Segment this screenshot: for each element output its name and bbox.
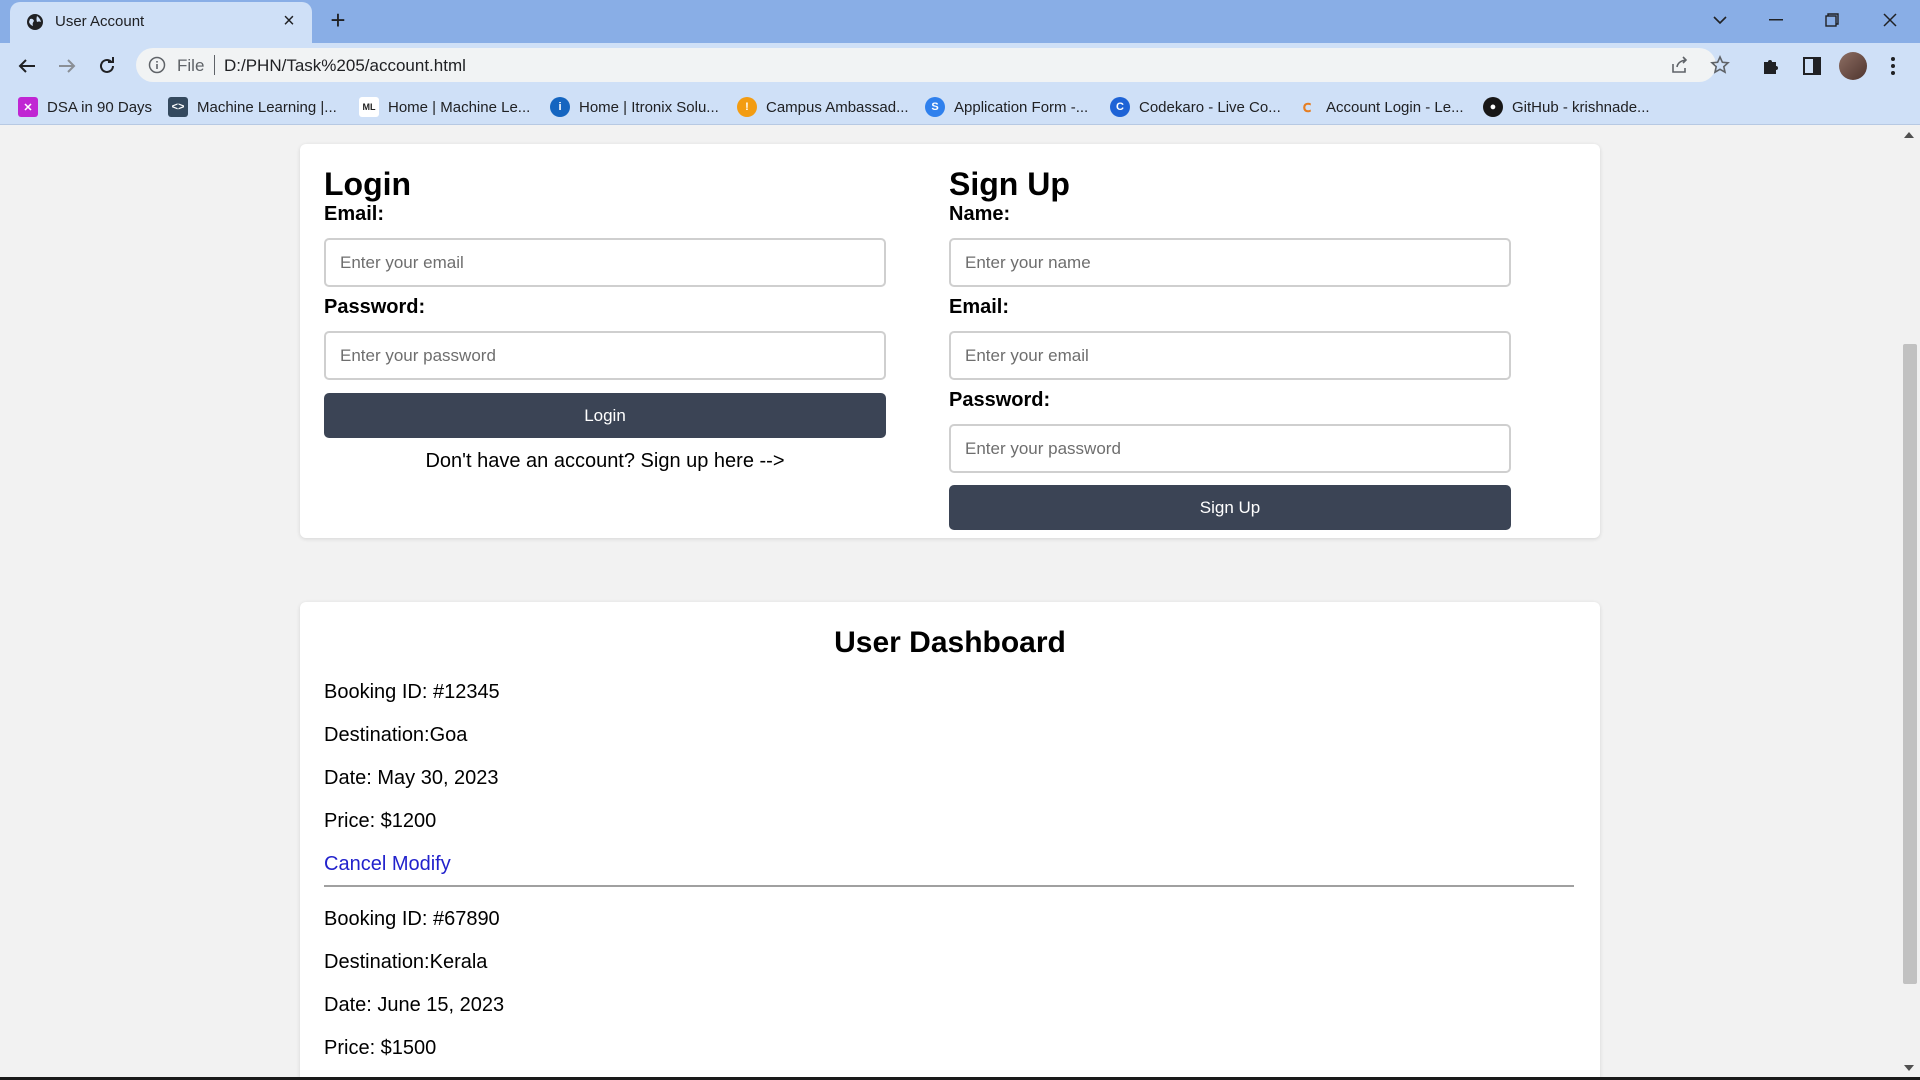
cancel-booking-link[interactable]: Cancel [324,853,386,875]
page-scrollbar[interactable] [1900,126,1920,1077]
s-logo-icon: S [925,97,945,117]
browser-tabstrip: User Account × + [0,0,1920,43]
extensions-puzzle-icon[interactable] [1758,53,1784,79]
bookmark-item[interactable]: i Home | Itronix Solu... [550,96,719,118]
address-url[interactable]: D:/PHN/Task%205/account.html [224,56,466,76]
page-viewport: Login Email: Password: Login Don't have … [0,126,1900,1077]
signup-password-input[interactable] [949,424,1511,473]
booking-item: Booking ID: #67890 Destination:Kerala Da… [324,907,1574,1077]
tab-title: User Account [55,13,145,30]
browser-tab[interactable]: User Account × [10,2,312,43]
user-dashboard-card: User Dashboard Booking ID: #12345 Destin… [300,602,1600,1077]
booking-id: Booking ID: #12345 [324,681,500,703]
bookmark-item[interactable]: ! Campus Ambassad... [737,96,909,118]
booking-date: Date: May 30, 2023 [324,767,499,789]
login-password-label: Password: [324,296,426,318]
signup-name-label: Name: [949,203,1011,225]
login-email-input[interactable] [324,238,886,287]
new-tab-plus-icon[interactable]: + [324,6,352,34]
login-title: Login [324,166,412,202]
bookmark-item[interactable]: S Application Form -... [925,96,1088,118]
scroll-down-arrow-icon[interactable] [1904,1065,1914,1071]
booking-price: Price: $1200 [324,810,437,832]
bookmark-star-icon[interactable] [1710,55,1730,75]
more-menu-icon[interactable] [1880,53,1906,79]
side-panel-icon[interactable] [1799,53,1825,79]
signup-password-label: Password: [949,389,1051,411]
account-forms-card: Login Email: Password: Login Don't have … [300,144,1600,538]
info-icon[interactable] [148,56,166,74]
booking-divider [324,885,1574,887]
signup-title: Sign Up [949,166,1070,202]
campus-logo-icon: ! [737,97,757,117]
ml-logo-icon: ML [359,97,379,117]
address-separator [214,55,215,75]
itronix-logo-icon: i [550,97,570,117]
forward-arrow-icon[interactable] [52,51,82,81]
login-section: Login Email: Password: Login Don't have … [324,166,886,473]
close-window-icon[interactable] [1862,0,1918,40]
globe-icon [27,14,43,30]
bookmark-item[interactable]: ⅽ Account Login - Le... [1297,96,1464,118]
signup-email-input[interactable] [949,331,1511,380]
bookmark-item[interactable]: <> Machine Learning |... [168,96,337,118]
back-arrow-icon[interactable] [12,51,42,81]
booking-id: Booking ID: #67890 [324,908,500,930]
c-logo-icon: C [1110,97,1130,117]
close-tab-icon[interactable]: × [278,10,300,32]
tab-search-chevron-icon[interactable] [1692,0,1748,40]
profile-avatar[interactable] [1839,52,1867,80]
minimize-icon[interactable] [1748,0,1804,40]
leetcode-logo-icon: ⅽ [1302,99,1312,116]
address-bar[interactable]: File D:/PHN/Task%205/account.html [136,48,1730,82]
bookmark-item[interactable]: ML Home | Machine Le... [359,96,530,118]
login-email-label: Email: [324,203,385,225]
grid-icon: ✕ [18,97,38,117]
bookmarks-bar: ✕ DSA in 90 Days <> Machine Learning |..… [0,88,1920,125]
booking-destination: Destination:Goa [324,724,468,746]
signup-email-label: Email: [949,296,1010,318]
github-icon: ● [1483,97,1503,117]
signup-button[interactable]: Sign Up [949,485,1511,530]
share-icon[interactable] [1670,55,1690,75]
booking-date: Date: June 15, 2023 [324,994,505,1016]
scroll-up-arrow-icon[interactable] [1904,132,1914,138]
reload-icon[interactable] [92,51,122,81]
login-button[interactable]: Login [324,393,886,438]
scrollbar-thumb[interactable] [1903,344,1917,984]
address-scheme: File [177,56,205,75]
browser-toolbar: File D:/PHN/Task%205/account.html [0,43,1920,88]
bookmark-item[interactable]: ● GitHub - krishnade... [1483,96,1650,118]
booking-item: Booking ID: #12345 Destination:Goa Date:… [324,680,1574,876]
signup-section: Sign Up Name: Email: Password: Sign Up [949,166,1511,530]
modify-booking-link[interactable]: Modify [392,853,451,875]
dashboard-title: User Dashboard [834,626,1066,659]
booking-price: Price: $1500 [324,1037,437,1059]
signup-name-input[interactable] [949,238,1511,287]
bookmark-item[interactable]: ✕ DSA in 90 Days [18,96,152,118]
restore-icon[interactable] [1804,0,1860,40]
login-password-input[interactable] [324,331,886,380]
booking-actions: Cancel Modify [324,852,1574,876]
signup-prompt-link[interactable]: Don't have an account? Sign up here --> [324,450,886,473]
code-icon: <> [168,97,188,117]
booking-destination: Destination:Kerala [324,951,488,973]
bookmark-item[interactable]: C Codekaro - Live Co... [1110,96,1281,118]
